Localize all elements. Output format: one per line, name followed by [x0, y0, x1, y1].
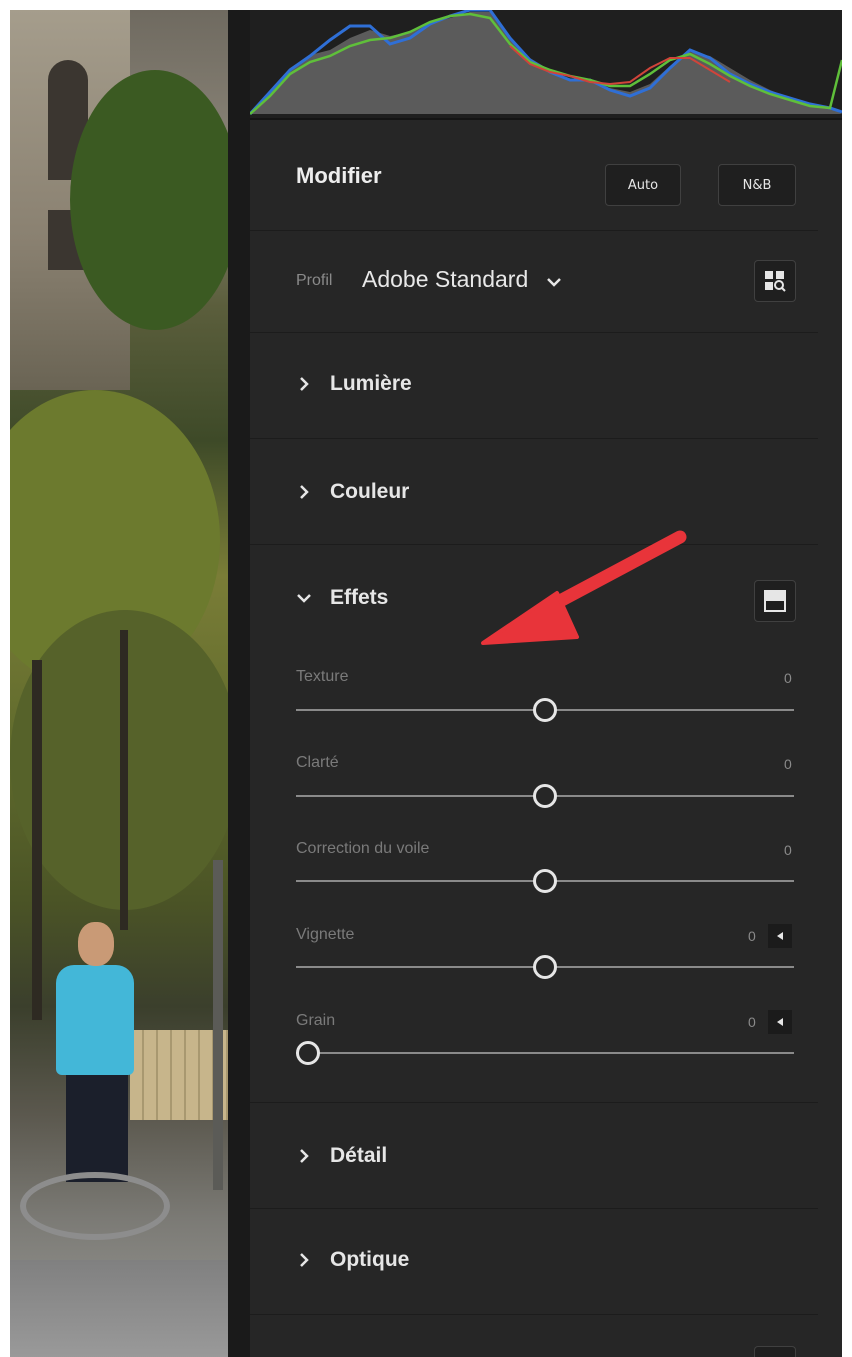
histogram-graph [248, 8, 844, 116]
slider-value[interactable]: 0 [748, 928, 756, 944]
section-color-header[interactable]: Couleur [296, 480, 409, 504]
triangle-left-icon [777, 932, 783, 940]
slider-value[interactable]: 0 [784, 756, 792, 772]
sidewalk [10, 1260, 228, 1357]
next-section-button[interactable] [754, 1346, 796, 1357]
section-light-header[interactable]: Lumière [296, 372, 412, 396]
person-shirt [56, 965, 134, 1075]
section-detail-label: Détail [330, 1144, 388, 1167]
slider-thumb[interactable] [533, 698, 557, 722]
section-detail[interactable]: Détail [250, 1102, 818, 1209]
section-detail-header[interactable]: Détail [296, 1144, 387, 1168]
person-head [78, 922, 114, 966]
pole [213, 860, 223, 1190]
slider-label: Clarté [296, 754, 339, 771]
split-view-icon [764, 590, 786, 612]
photo-preview [10, 10, 228, 1357]
section-optics[interactable]: Optique [250, 1208, 818, 1315]
section-light[interactable]: Lumière [250, 332, 818, 439]
expand-vignette-button[interactable] [768, 924, 792, 948]
edit-panel: Modifier Auto N&B Profil Adobe Standard … [248, 8, 844, 1357]
slider-value[interactable]: 0 [748, 1014, 756, 1030]
profile-browser-button[interactable] [754, 260, 796, 302]
chevron-down-icon [297, 594, 311, 603]
bw-button[interactable]: N&B [718, 164, 796, 206]
bicycle-wheel [20, 1172, 170, 1240]
panel-divider [228, 10, 250, 1357]
profile-label: Profil [296, 272, 333, 289]
section-optics-label: Optique [330, 1248, 410, 1271]
slider-thumb[interactable] [533, 955, 557, 979]
tree-foliage [10, 610, 228, 910]
chevron-right-icon [300, 1149, 309, 1163]
slider-track[interactable] [296, 1052, 794, 1054]
grid-search-icon [765, 271, 786, 292]
section-optics-header[interactable]: Optique [296, 1248, 409, 1272]
slider-label: Grain [296, 1012, 336, 1029]
slider-value[interactable]: 0 [784, 842, 792, 858]
triangle-left-icon [777, 1018, 783, 1026]
effects-mask-button[interactable] [754, 580, 796, 622]
chevron-right-icon [300, 485, 309, 499]
slider-label: Texture [296, 668, 349, 685]
section-color-label: Couleur [330, 480, 410, 503]
slider-value[interactable]: 0 [784, 670, 792, 686]
profile-dropdown[interactable]: Adobe Standard [362, 266, 528, 293]
slider-label: Vignette [296, 926, 355, 943]
section-effects-header[interactable]: Effets [296, 586, 388, 610]
profile-row: Profil Adobe Standard [250, 230, 818, 333]
person-legs [66, 1072, 128, 1182]
slider-thumb[interactable] [296, 1041, 320, 1065]
panel-title: Modifier [296, 163, 382, 188]
chevron-right-icon [300, 377, 309, 391]
slider-thumb[interactable] [533, 869, 557, 893]
expand-grain-button[interactable] [768, 1010, 792, 1034]
panel-header: Modifier Auto N&B [250, 118, 818, 231]
chevron-right-icon [300, 1253, 309, 1267]
tree-trunk [32, 660, 42, 1020]
slider-label: Correction du voile [296, 840, 430, 857]
tree-foliage [70, 70, 228, 330]
auto-button[interactable]: Auto [605, 164, 681, 206]
section-effects-label: Effets [330, 586, 389, 609]
annotation-arrow-icon [481, 530, 687, 645]
tree-trunk [120, 630, 128, 930]
histogram [248, 8, 844, 120]
slider-thumb[interactable] [533, 784, 557, 808]
chevron-down-icon[interactable] [546, 274, 562, 290]
section-light-label: Lumière [330, 372, 412, 395]
